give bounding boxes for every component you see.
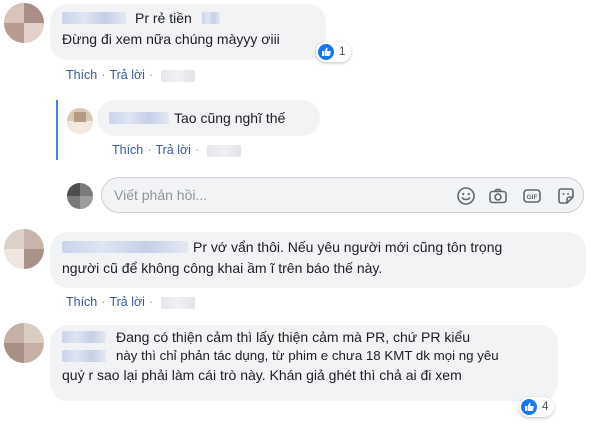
author-name[interactable] — [62, 331, 106, 343]
svg-text:GIF: GIF — [527, 194, 538, 201]
timestamp[interactable] — [207, 144, 242, 157]
avatar[interactable] — [4, 323, 44, 363]
like-button[interactable]: Thích — [66, 68, 97, 82]
separator: · — [101, 68, 106, 82]
comment-text: Pr rẻ tiền — [135, 10, 192, 26]
reaction-count: 1 — [339, 46, 346, 58]
comment-text: Đang có thiện cảm thì lấy thiện cảm mà P… — [116, 329, 471, 345]
separator: · — [148, 68, 154, 82]
avatar[interactable] — [67, 108, 93, 134]
reply-thread-bar — [56, 100, 58, 160]
reaction-count: 4 — [542, 401, 549, 413]
reply-button[interactable]: Trả lời — [155, 143, 191, 157]
timestamp[interactable] — [161, 296, 196, 309]
comment-text: này thì chỉ phản tác dụng, từ phim e chư… — [116, 348, 499, 363]
avatar[interactable] — [4, 229, 44, 269]
comment-actions: Thích · Trả lời · — [66, 295, 196, 309]
separator: · — [148, 295, 154, 309]
author-name[interactable] — [62, 12, 126, 24]
comment-text: người cũ để không công khai ầm ĩ trên bá… — [62, 260, 383, 276]
timestamp[interactable] — [161, 69, 196, 82]
emoji-icon[interactable] — [456, 186, 476, 206]
reply-input[interactable]: Viết phản hồi... GIF — [101, 177, 584, 213]
like-reaction-icon — [521, 399, 537, 415]
like-reaction-icon — [318, 44, 334, 60]
reply-text: Tao cũng nghĩ thế — [174, 110, 286, 126]
separator: · — [147, 143, 152, 157]
sticker-icon[interactable] — [556, 186, 576, 206]
comment-actions: Thích · Trả lời · — [66, 68, 196, 82]
author-name[interactable] — [109, 112, 169, 124]
reaction-summary[interactable]: 1 — [316, 42, 352, 62]
like-button[interactable]: Thích — [112, 143, 143, 157]
author-name[interactable] — [62, 241, 188, 253]
comment-text: Đừng đi xem nữa chúng màyyy ơiii — [62, 31, 280, 47]
reply-actions: Thích · Trả lời · — [112, 143, 242, 157]
like-button[interactable]: Thích — [66, 295, 97, 309]
camera-icon[interactable] — [488, 186, 508, 206]
separator: · — [194, 143, 200, 157]
comment-text: Pr vớ vẩn thôi. Nếu yêu người mới cũng t… — [193, 239, 503, 255]
reaction-summary[interactable]: 4 — [519, 397, 555, 417]
reply-button[interactable]: Trả lời — [109, 68, 145, 82]
author-name-continued — [62, 350, 106, 362]
separator: · — [101, 295, 106, 309]
reply-button[interactable]: Trả lời — [109, 295, 145, 309]
reply-input-placeholder: Viết phản hồi... — [114, 187, 208, 203]
gif-icon[interactable]: GIF — [522, 186, 542, 206]
comment-text: quý r sao lại phải làm cái trò này. Khán… — [62, 367, 462, 383]
current-user-avatar — [67, 183, 93, 209]
redacted-text — [202, 12, 220, 24]
avatar[interactable] — [4, 3, 44, 43]
